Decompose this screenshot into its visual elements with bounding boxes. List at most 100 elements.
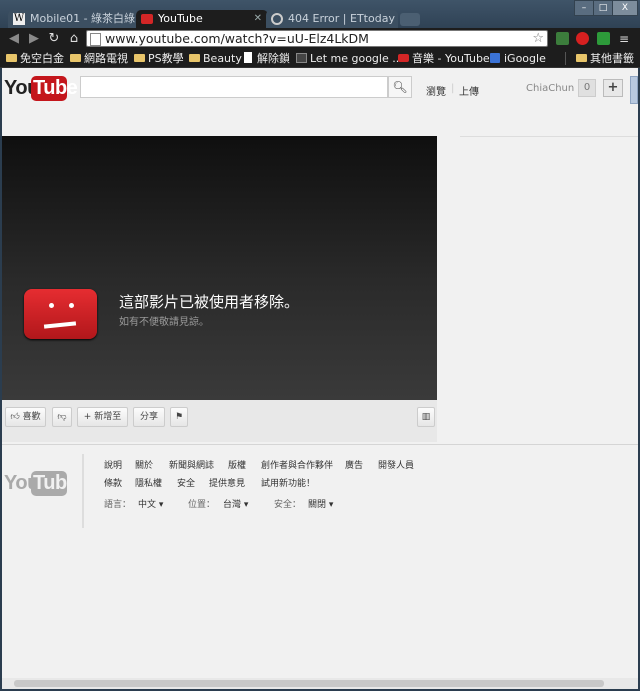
forward-button[interactable]: ▶	[26, 31, 42, 47]
sad-tv-icon	[24, 289, 97, 339]
stats-button[interactable]: ▥	[417, 407, 435, 427]
youtube-icon	[141, 14, 153, 24]
wikipedia-icon: W	[13, 13, 25, 25]
location-select[interactable]: 台灣 ▾	[223, 497, 248, 510]
youtube-icon	[398, 54, 409, 62]
notification-count[interactable]: 0	[578, 79, 596, 97]
tab-title: YouTube	[158, 12, 203, 25]
video-removed-message: 這部影片已被使用者移除。	[119, 293, 300, 311]
footer-link[interactable]: 關於	[135, 458, 153, 471]
bookmark-star-icon[interactable]: ☆	[532, 31, 544, 47]
chevron-down-icon: ▾	[328, 500, 334, 510]
footer-link[interactable]: 廣告	[345, 458, 363, 471]
folder-icon	[6, 54, 17, 62]
google-icon	[490, 53, 500, 63]
sidebar-divider	[460, 136, 638, 137]
video-removed-sub: 如有不便敬請見諒。	[119, 317, 209, 328]
folder-icon	[189, 54, 200, 62]
footer-link[interactable]: 條款	[104, 476, 122, 489]
thumbs-up-icon: 👍︎	[10, 412, 20, 422]
toolbar: ◀ ▶ ↻ ⌂ www.youtube.com/watch?v=uU-Elz4L…	[0, 28, 640, 50]
action-bar: 👍︎ 喜歡 👎︎ + 新增至 分享 ⚑ ▥	[2, 400, 437, 442]
scrollbar-thumb[interactable]	[630, 76, 638, 104]
bookmark-item[interactable]: 解除鎖	[243, 52, 290, 65]
tab-youtube[interactable]: YouTube ✕	[136, 10, 268, 28]
separator: |	[451, 83, 455, 94]
tab-title: Mobile01 - 綠茶白綠	[30, 12, 136, 25]
page-content: You Tube 🔍︎ 瀏覽 | 上傳 ChiaChun Li 0 + 這部影片…	[2, 68, 638, 678]
adblock-icon[interactable]	[576, 32, 589, 45]
reload-button[interactable]: ↻	[46, 31, 62, 47]
add-to-button[interactable]: + 新增至	[77, 407, 128, 427]
thumbs-down-icon: 👎︎	[57, 412, 67, 422]
browse-link[interactable]: 瀏覽	[426, 83, 446, 98]
home-button[interactable]: ⌂	[66, 31, 82, 47]
user-name[interactable]: ChiaChun Li	[526, 83, 586, 94]
folder-icon	[576, 54, 587, 62]
tab-mobile01[interactable]: W Mobile01 - 綠茶白綠	[8, 10, 140, 28]
bookmark-item[interactable]: 音樂 - YouTube	[398, 52, 490, 65]
footer-divider-vertical	[82, 454, 84, 528]
language-select[interactable]: 中文 ▾	[138, 497, 163, 510]
other-bookmarks-folder[interactable]: 其他書籤	[576, 52, 634, 65]
chevron-down-icon: ▾	[243, 500, 249, 510]
safety-select[interactable]: 關閉 ▾	[308, 497, 333, 510]
maximize-button[interactable]: □	[593, 0, 613, 16]
bookmark-folder[interactable]: PS教學	[134, 52, 184, 65]
bookmarks-bar: 免空白金 網路電視 PS教學 Beauty 解除鎖 Let me google …	[0, 50, 640, 68]
minimize-button[interactable]: –	[574, 0, 594, 16]
footer-link[interactable]: 新聞與網誌	[169, 458, 214, 471]
bookmark-folder[interactable]: 免空白金	[6, 52, 64, 65]
search-input[interactable]	[80, 76, 388, 98]
lmgtfy-icon	[296, 53, 307, 63]
upload-link[interactable]: 上傳	[459, 83, 479, 98]
horizontal-scrollbar[interactable]	[2, 678, 638, 689]
back-button[interactable]: ◀	[6, 31, 22, 47]
scrollbar-thumb[interactable]	[14, 680, 604, 687]
stats-icon: ▥	[421, 412, 431, 422]
new-tab-button[interactable]	[400, 13, 420, 26]
bookmark-folder[interactable]: 網路電視	[70, 52, 128, 65]
page-icon	[244, 52, 252, 63]
menu-icon[interactable]: ≡	[619, 33, 631, 45]
chevron-down-icon: ▾	[158, 500, 164, 510]
flag-icon: ⚑	[174, 412, 184, 422]
bookmark-item[interactable]: iGoogle	[490, 52, 546, 65]
bookmark-item[interactable]: Let me google ...	[296, 52, 403, 65]
safety-label: 安全：	[274, 500, 302, 510]
address-bar[interactable]: www.youtube.com/watch?v=uU-Elz4LkDM ☆	[86, 30, 548, 47]
language-label: 語言：	[104, 500, 132, 510]
plus-icon: +	[83, 412, 92, 422]
footer-link[interactable]: 版權	[228, 458, 246, 471]
location-label: 位置：	[188, 500, 216, 510]
bookmark-folder[interactable]: Beauty	[189, 52, 242, 65]
footer-link[interactable]: 試用新功能！	[261, 476, 315, 489]
like-button[interactable]: 👍︎ 喜歡	[5, 407, 46, 427]
extension-icon[interactable]	[597, 32, 610, 45]
search-icon: 🔍︎	[392, 80, 408, 94]
add-button[interactable]: +	[603, 79, 623, 97]
flag-button[interactable]: ⚑	[170, 407, 188, 427]
video-player[interactable]: 這部影片已被使用者移除。 如有不便敬請見諒。	[2, 136, 437, 400]
footer-link[interactable]: 說明	[104, 458, 122, 471]
dislike-button[interactable]: 👎︎	[52, 407, 72, 427]
share-button[interactable]: 分享	[133, 407, 165, 427]
footer-link[interactable]: 提供意見	[209, 476, 245, 489]
close-window-button[interactable]: X	[612, 0, 638, 16]
search-button[interactable]: 🔍︎	[388, 76, 412, 98]
footer-divider	[2, 444, 638, 445]
footer-link[interactable]: 安全	[177, 476, 195, 489]
loading-icon	[271, 13, 283, 25]
page-icon	[90, 33, 101, 46]
footer-link[interactable]: 創作者與合作夥伴	[261, 458, 333, 471]
close-tab-icon[interactable]: ✕	[254, 10, 262, 28]
folder-icon	[134, 54, 145, 62]
extension-icon[interactable]	[556, 32, 569, 45]
tab-strip: W Mobile01 - 綠茶白綠 YouTube ✕ 404 Error | …	[0, 0, 640, 28]
footer-link[interactable]: 隱私權	[135, 476, 162, 489]
bookmark-divider	[565, 52, 566, 65]
tab-ettoday[interactable]: 404 Error | ETtoday	[266, 10, 398, 28]
footer-link[interactable]: 開發人員	[378, 458, 414, 471]
address-url[interactable]: www.youtube.com/watch?v=uU-Elz4LkDM	[105, 31, 369, 47]
folder-icon	[70, 54, 81, 62]
